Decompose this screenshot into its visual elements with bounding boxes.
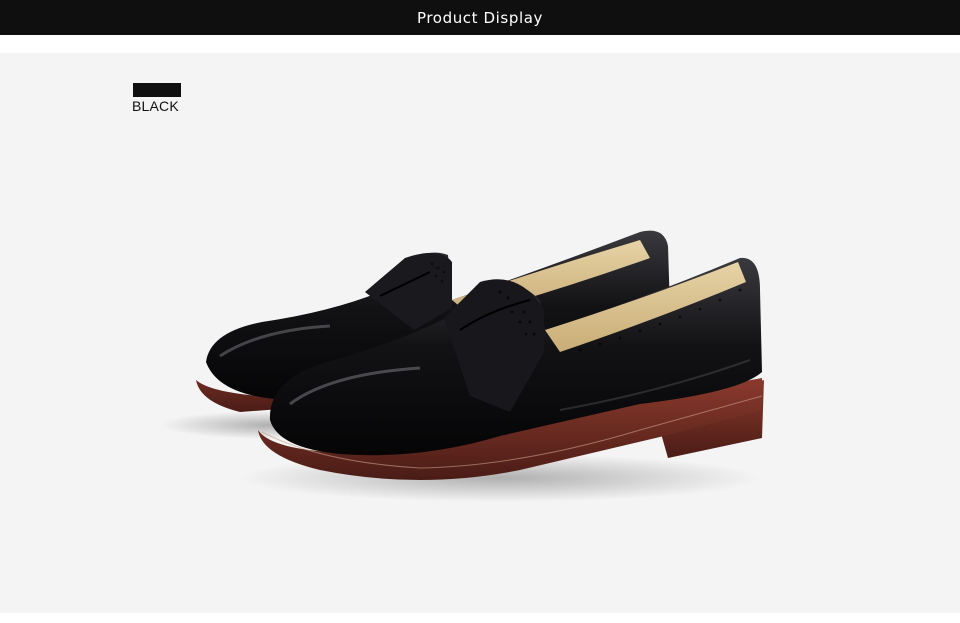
front-shoe bbox=[258, 257, 764, 480]
header-bar: Product Display bbox=[0, 0, 960, 35]
shoe-pair-icon bbox=[160, 230, 764, 502]
page-title: Product Display bbox=[416, 8, 543, 27]
product-photo-panel: BLACK bbox=[0, 53, 960, 613]
